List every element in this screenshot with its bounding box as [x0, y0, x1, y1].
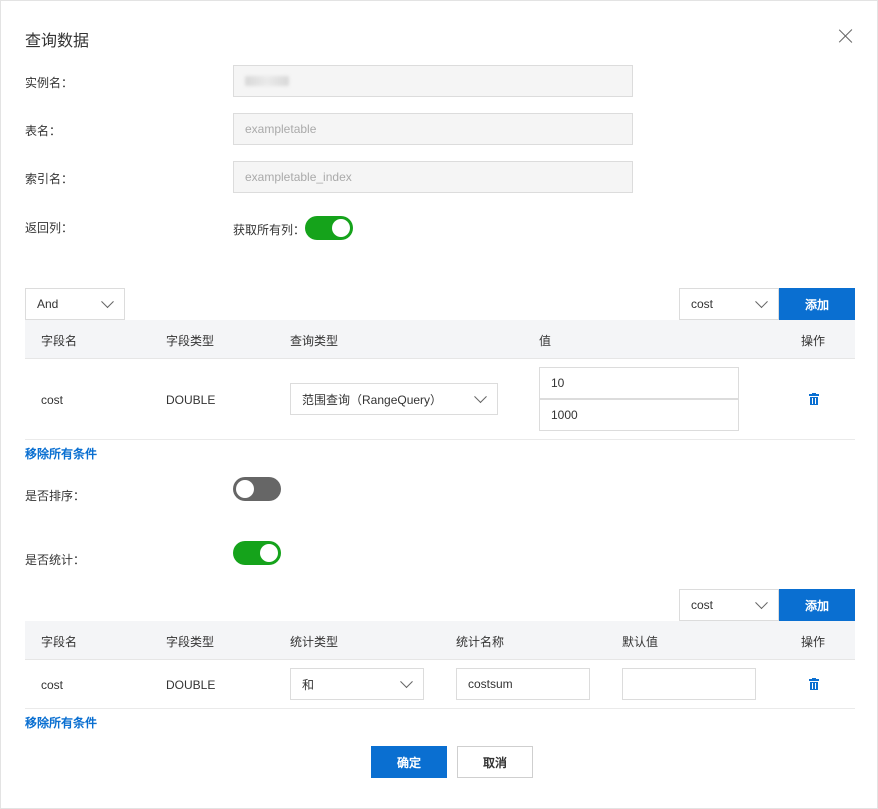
table-label: 表名： [25, 124, 62, 138]
index-value: exampletable_index [245, 170, 352, 184]
stats-header-type: 字段类型 [166, 635, 215, 649]
query-add-button[interactable]: 添加 [779, 288, 855, 320]
query-remove-all-link[interactable]: 移除所有条件 [25, 445, 97, 462]
return-columns-label: 返回列： [25, 221, 74, 235]
sort-toggle[interactable] [233, 477, 281, 501]
stats-header-default: 默认值 [622, 635, 659, 649]
query-row-field: cost [41, 393, 64, 407]
table-value: exampletable [245, 122, 317, 136]
chevron-down-icon [101, 295, 114, 309]
stats-toggle[interactable] [233, 541, 281, 565]
query-header-action: 操作 [801, 334, 826, 348]
chevron-down-icon [755, 295, 768, 309]
chevron-down-icon [474, 390, 487, 404]
sort-label: 是否排序： [25, 489, 86, 503]
trash-icon[interactable] [809, 393, 819, 405]
stat-type-select-value: 和 [302, 677, 315, 692]
query-data-dialog: 查询数据 实例名： 表名： exampletable 索引名： examplet… [0, 0, 878, 809]
query-type-select-value: 范围查询（RangeQuery） [302, 392, 443, 407]
toggle-knob [260, 544, 278, 562]
dialog-title: 查询数据 [25, 33, 90, 50]
query-type-select[interactable]: 范围查询（RangeQuery） [290, 383, 498, 415]
stats-label: 是否统计： [25, 553, 86, 567]
chevron-down-icon [755, 596, 768, 610]
query-header-value: 值 [539, 334, 552, 348]
range-to-value: 1000 [551, 408, 578, 422]
logic-select-value: And [37, 297, 59, 311]
table-field[interactable]: exampletable [233, 113, 633, 145]
toggle-knob [236, 480, 254, 498]
query-table-header: 字段名 字段类型 查询类型 值 操作 [25, 320, 855, 359]
confirm-button[interactable]: 确定 [371, 746, 447, 778]
query-header-field: 字段名 [41, 334, 78, 348]
logic-select[interactable]: And [25, 288, 125, 320]
close-icon[interactable] [839, 29, 853, 43]
default-value-input[interactable] [622, 668, 756, 700]
stats-header-field: 字段名 [41, 635, 78, 649]
query-row-type: DOUBLE [166, 393, 216, 407]
instance-field[interactable] [233, 65, 633, 97]
stats-header-stat-name: 统计名称 [456, 635, 505, 649]
cancel-button[interactable]: 取消 [457, 746, 533, 778]
stats-header-stat-type: 统计类型 [290, 635, 339, 649]
get-all-columns-label: 获取所有列： [233, 223, 306, 237]
stats-row-field: cost [41, 678, 64, 692]
stat-name-input[interactable]: costsum [456, 668, 590, 700]
toggle-knob [332, 219, 350, 237]
stats-header-action: 操作 [801, 635, 826, 649]
range-from-value: 10 [551, 376, 565, 390]
stats-field-select[interactable]: cost [679, 589, 779, 621]
stats-field-select-value: cost [691, 598, 714, 612]
index-field[interactable]: exampletable_index [233, 161, 633, 193]
query-field-select-value: cost [691, 297, 714, 311]
query-header-type: 字段类型 [166, 334, 215, 348]
instance-label: 实例名： [25, 76, 74, 90]
stats-row-divider [25, 708, 855, 709]
range-to-input[interactable]: 1000 [539, 399, 739, 431]
stats-remove-all-link[interactable]: 移除所有条件 [25, 714, 97, 731]
stats-add-button[interactable]: 添加 [779, 589, 855, 621]
stat-name-value: costsum [468, 677, 513, 691]
stat-type-select[interactable]: 和 [290, 668, 424, 700]
get-all-columns-toggle[interactable] [305, 216, 353, 240]
range-from-input[interactable]: 10 [539, 367, 739, 399]
query-field-select[interactable]: cost [679, 288, 779, 320]
stats-row-type: DOUBLE [166, 678, 216, 692]
query-row-divider [25, 439, 855, 440]
chevron-down-icon [400, 675, 413, 689]
query-header-query-type: 查询类型 [290, 334, 339, 348]
index-label: 索引名： [25, 172, 74, 186]
trash-icon[interactable] [809, 678, 819, 690]
instance-value-blurred [245, 76, 289, 86]
stats-table-header: 字段名 字段类型 统计类型 统计名称 默认值 操作 [25, 621, 855, 660]
